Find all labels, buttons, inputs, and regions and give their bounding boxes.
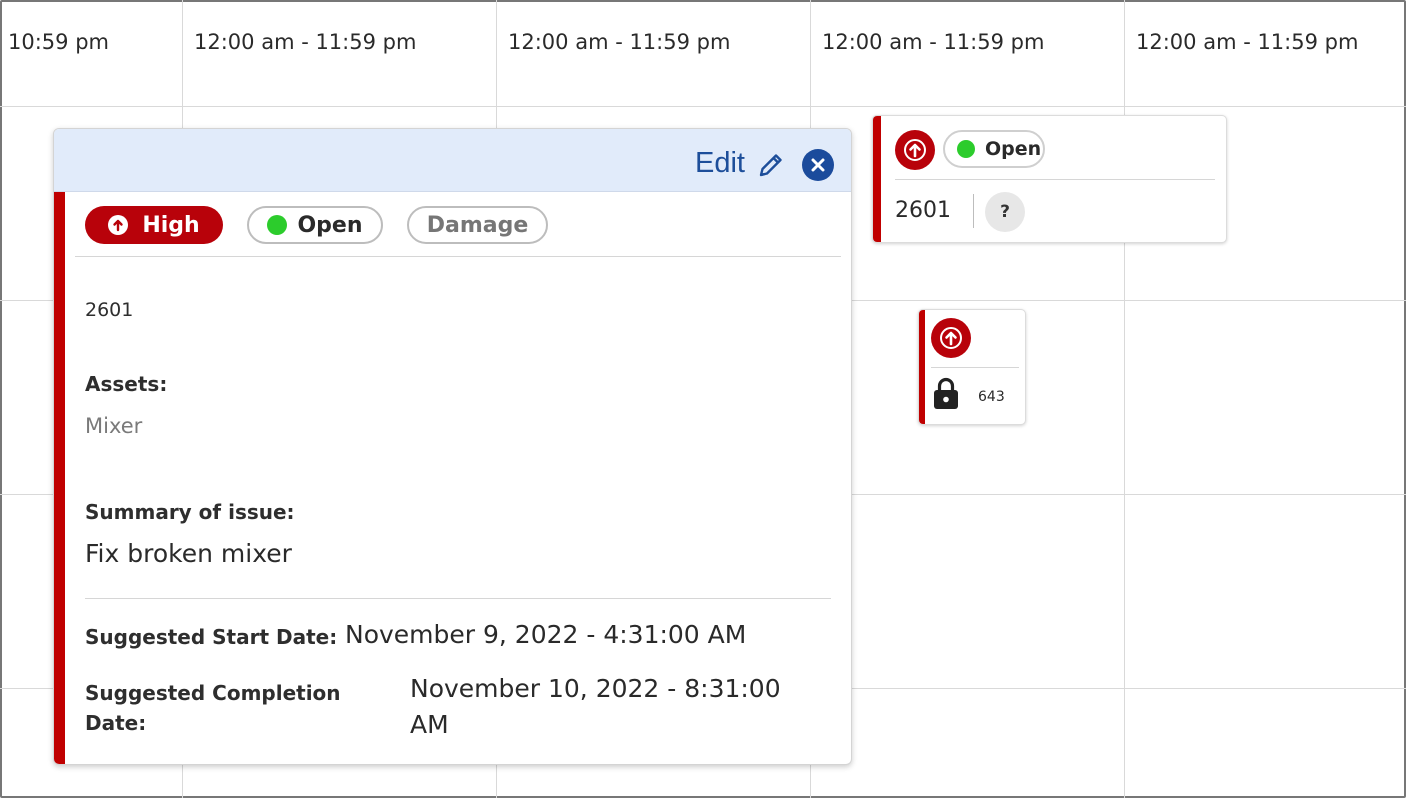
start-date-value: November 9, 2022 - 4:31:00 AM	[345, 620, 747, 649]
close-icon[interactable]	[802, 149, 834, 181]
assets-value: Mixer	[85, 414, 143, 438]
unknown-assignee-badge: ?	[985, 192, 1025, 232]
status-open-dot	[957, 140, 975, 158]
column-header-time: 10:59 pm	[8, 30, 109, 54]
event-id: 643	[978, 389, 1005, 405]
event-card[interactable]: 643	[918, 309, 1026, 425]
completion-date-label: Suggested Completion	[85, 681, 341, 705]
priority-bar	[919, 310, 925, 424]
completion-date-label: Date:	[85, 711, 147, 735]
summary-label: Summary of issue:	[85, 500, 295, 524]
card-divider	[931, 367, 1019, 368]
status-open-dot	[267, 215, 288, 235]
pencil-icon[interactable]	[757, 151, 785, 183]
assets-label: Assets:	[85, 372, 168, 396]
priority-bar	[54, 192, 65, 764]
arrow-up-circle-icon	[895, 130, 935, 170]
popup-divider	[85, 598, 831, 599]
event-detail-popup: Edit High Open Damage 2601 Assets: Mixer…	[53, 128, 852, 765]
column-header-time: 12:00 am - 11:59 pm	[1136, 30, 1359, 54]
lock-icon	[933, 376, 959, 414]
priority-badge: High	[85, 206, 223, 244]
status-label: Open	[297, 212, 363, 238]
status-label: Open	[985, 138, 1042, 160]
card-divider	[895, 179, 1215, 180]
event-card[interactable]: Open 2601 ?	[872, 115, 1227, 243]
event-id: 2601	[895, 198, 951, 223]
popup-divider	[75, 256, 841, 257]
column-header-time: 12:00 am - 11:59 pm	[194, 30, 417, 54]
arrow-up-circle-icon	[108, 215, 129, 235]
completion-date-value: November 10, 2022 - 8:31:00	[410, 674, 781, 703]
priority-label: High	[142, 212, 200, 238]
id-separator	[973, 194, 974, 228]
edit-link[interactable]: Edit	[695, 147, 745, 180]
category-badge: Damage	[407, 206, 548, 244]
start-date-label: Suggested Start Date:	[85, 625, 338, 649]
summary-value: Fix broken mixer	[85, 539, 292, 568]
priority-bar	[873, 116, 881, 242]
column-header-time: 12:00 am - 11:59 pm	[508, 30, 731, 54]
arrow-up-circle-icon	[931, 318, 971, 358]
status-badge: Open	[943, 130, 1045, 168]
status-badge: Open	[247, 206, 383, 244]
column-header-time: 12:00 am - 11:59 pm	[822, 30, 1045, 54]
work-order-id: 2601	[85, 299, 134, 321]
grid-row-divider	[0, 106, 1406, 107]
completion-date-value: AM	[410, 710, 449, 739]
